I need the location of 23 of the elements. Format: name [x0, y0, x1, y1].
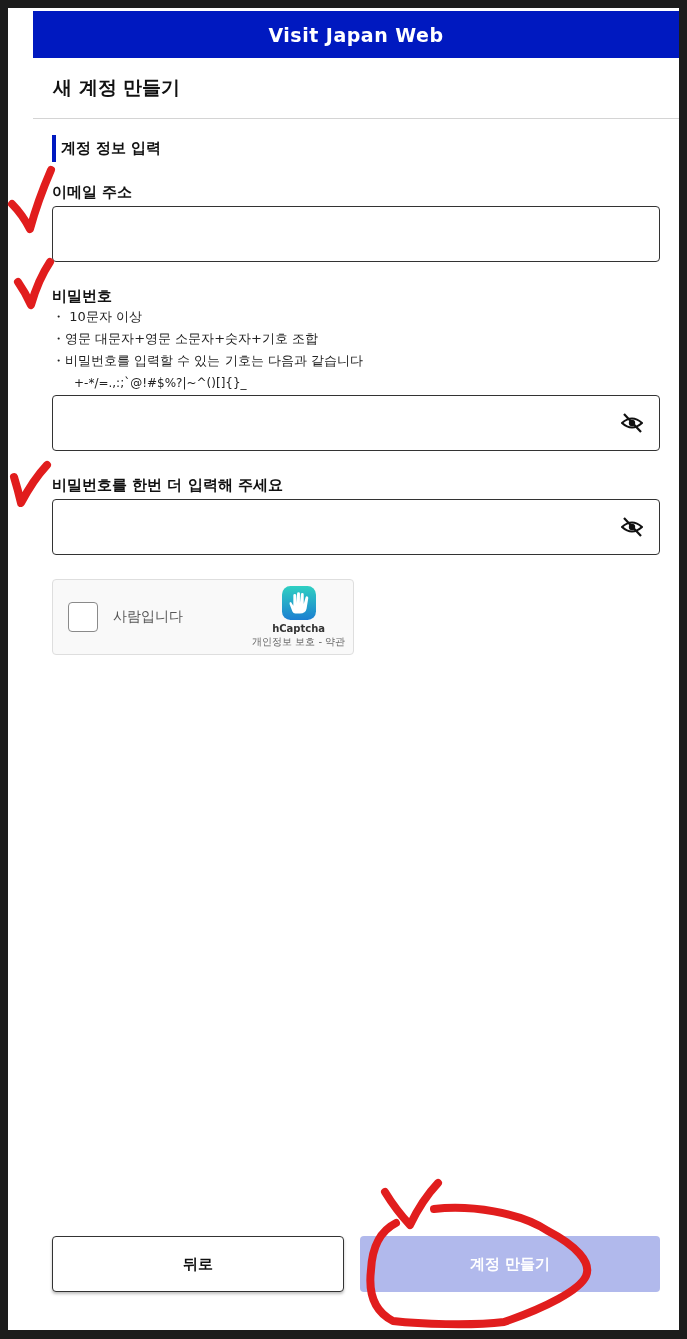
captcha-checkbox[interactable] [68, 602, 98, 632]
section-heading: 계정 정보 입력 [52, 135, 162, 162]
allowed-symbols-text: +-*/=.,:;`@!#$%?|~^()[]{}_ [74, 375, 247, 392]
hint-text: ・ 10문자 이상 [52, 308, 142, 326]
captcha-brand: hCaptcha [272, 623, 326, 635]
password-field[interactable] [52, 395, 660, 451]
captcha-link[interactable]: 약관 [325, 635, 345, 648]
back-button[interactable]: 뒤로 [52, 1236, 344, 1292]
app-title: Visit Japan Web [268, 23, 444, 46]
hand-logo-icon [281, 586, 316, 620]
hand-drawn-checkmark-icon [8, 459, 53, 509]
field-label: 이메일 주소 [52, 182, 133, 202]
captcha-label: 사람입니다 [113, 608, 183, 626]
hand-drawn-checkmark-icon [379, 1177, 444, 1231]
hint-text: ・영문 대문자+영문 소문자+숫자+기호 조합 [52, 330, 319, 348]
field-label: 비밀번호 [52, 286, 112, 306]
email-field[interactable] [52, 206, 660, 262]
captcha-link[interactable]: 개인정보 보호 [252, 635, 316, 648]
password-field[interactable] [52, 499, 660, 555]
link-separator: - [318, 635, 322, 648]
hint-text: ・비밀번호를 입력할 수 있는 기호는 다음과 같습니다 [52, 352, 363, 370]
field-label: 비밀번호를 한번 더 입력해 주세요 [52, 475, 283, 495]
page-title: 새 계정 만들기 [53, 75, 181, 100]
